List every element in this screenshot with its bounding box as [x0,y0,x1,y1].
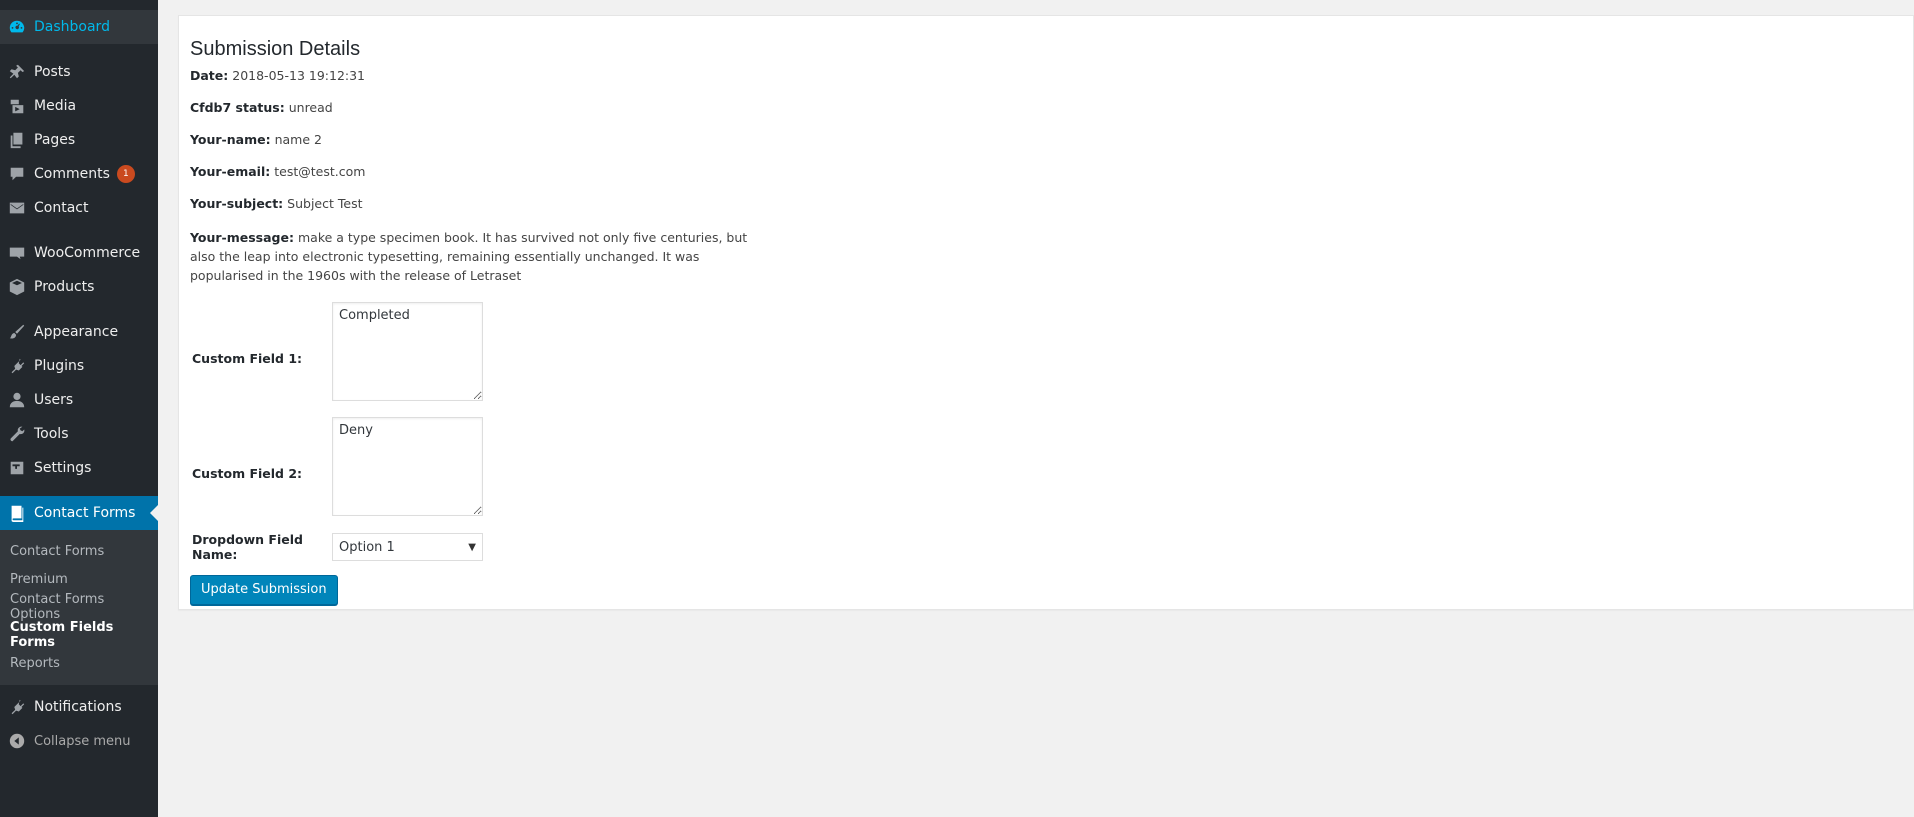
contact-forms-submenu: Contact Forms Premium Contact Forms Opti… [0,530,158,685]
field-value: Subject Test [287,196,363,211]
collapse-arrow-icon [0,724,34,758]
dashboard-icon [0,10,34,44]
custom-field-1-label: Custom Field 1: [192,351,303,366]
custom-field-1-textarea[interactable]: Completed [332,302,483,401]
pushpin-icon [0,55,34,89]
box-icon [0,270,34,304]
field-label: Your-email: [190,164,271,179]
submission-panel: Submission Details Date: 2018-05-13 19:1… [178,15,1914,610]
field-label: Cfdb7 status: [190,100,285,115]
field-label: Your-name: [190,132,271,147]
menu-media[interactable]: Media [0,89,158,123]
menu-dashboard-label: Dashboard [34,19,110,35]
field-label: Your-message: [190,230,294,245]
settings-icon [0,451,34,485]
plug-icon [0,690,34,724]
menu-settings-label: Settings [34,460,92,476]
menu-posts-label: Posts [34,64,71,80]
menu-contact-forms[interactable]: Contact Forms [0,496,158,530]
menu-products-label: Products [34,279,95,295]
paintbrush-icon [0,315,34,349]
menu-dashboard[interactable]: Dashboard [0,10,158,44]
menu-users[interactable]: Users [0,383,158,417]
menu-notifications-label: Notifications [34,699,122,715]
submenu-premium[interactable]: Premium [0,565,158,593]
dropdown-field-select[interactable]: Option 1 ▼ [332,533,483,561]
menu-contact-label: Contact [34,200,89,216]
menu-pages[interactable]: Pages [0,123,158,157]
plug-icon [0,349,34,383]
caret-down-icon: ▼ [468,541,476,553]
dropdown-selected-value: Option 1 [339,539,395,555]
menu-notifications[interactable]: Notifications [0,690,158,724]
menu-comments-label: Comments [34,166,110,182]
field-label: Your-subject: [190,196,284,211]
collapse-menu-button[interactable]: Collapse menu [0,724,158,758]
menu-comments[interactable]: Comments 1 [0,157,158,191]
submenu-custom-fields-forms[interactable]: Custom Fields Forms [0,620,158,650]
submenu-contact-forms[interactable]: Contact Forms [0,537,158,565]
menu-users-label: Users [34,392,74,408]
menu-contact-forms-label: Contact Forms [34,505,136,521]
custom-fields-table: Custom Field 1: Completed Custom Field 2… [192,301,483,563]
dropdown-field-label: Dropdown Field Name: [192,532,303,562]
media-icon [0,89,34,123]
woocommerce-icon [0,236,34,270]
field-name: Your-name: name 2 [190,132,750,148]
menu-media-label: Media [34,98,77,114]
collapse-menu-label: Collapse menu [34,733,131,749]
menu-pages-label: Pages [34,132,76,148]
field-value: name 2 [274,132,322,147]
field-value: unread [288,100,333,115]
submenu-contact-forms-options[interactable]: Contact Forms Options [0,592,158,622]
envelope-icon [0,191,34,225]
field-status: Cfdb7 status: unread [190,100,750,116]
book-icon [0,496,34,530]
admin-sidebar: Dashboard Posts Media Pages Comments 1 C… [0,0,158,817]
field-email: Your-email: test@test.com [190,164,750,180]
page-title: Submission Details [190,38,361,60]
menu-settings[interactable]: Settings [0,451,158,485]
menu-products[interactable]: Products [0,270,158,304]
menu-appearance[interactable]: Appearance [0,315,158,349]
submenu-reports[interactable]: Reports [0,649,158,677]
field-subject: Your-subject: Subject Test [190,196,750,212]
field-message: Your-message: make a type specimen book.… [190,228,750,285]
menu-plugins[interactable]: Plugins [0,349,158,383]
user-icon [0,383,34,417]
comment-icon [0,157,34,191]
comments-count-badge: 1 [116,165,135,183]
menu-woocommerce-label: WooCommerce [34,245,141,261]
pages-icon [0,123,34,157]
field-label: Date: [190,68,229,83]
field-value: test@test.com [274,164,366,179]
menu-contact[interactable]: Contact [0,191,158,225]
menu-woocommerce[interactable]: WooCommerce [0,236,158,270]
wrench-icon [0,417,34,451]
update-submission-button[interactable]: Update Submission [190,575,338,605]
menu-tools-label: Tools [34,426,69,442]
custom-field-2-label: Custom Field 2: [192,466,303,481]
menu-posts[interactable]: Posts [0,55,158,89]
field-value: 2018-05-13 19:12:31 [232,68,366,83]
custom-field-2-textarea[interactable]: Deny [332,417,483,516]
menu-tools[interactable]: Tools [0,417,158,451]
field-date: Date: 2018-05-13 19:12:31 [190,68,750,84]
menu-plugins-label: Plugins [34,358,85,374]
menu-appearance-label: Appearance [34,324,119,340]
